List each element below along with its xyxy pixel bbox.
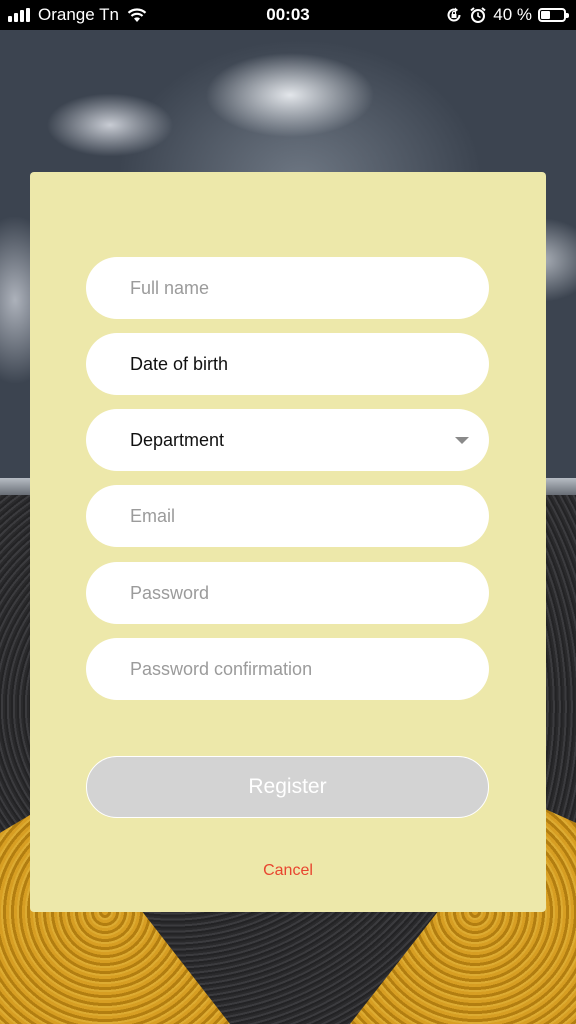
status-bar: Orange Tn 00:03 40 %: [0, 0, 576, 30]
battery-icon: [538, 8, 569, 22]
department-select[interactable]: Department: [86, 409, 489, 471]
cancel-link[interactable]: Cancel: [30, 862, 546, 880]
registration-card: Full name Date of birth Department Email…: [30, 172, 546, 912]
alarm-clock-icon: [470, 7, 486, 23]
full-name-placeholder: Full name: [130, 277, 210, 298]
date-of-birth-label: Date of birth: [130, 353, 229, 374]
email-input[interactable]: Email: [86, 485, 489, 547]
chevron-down-icon[interactable]: [455, 437, 469, 444]
register-label: Register: [248, 775, 327, 798]
register-button[interactable]: Register: [86, 756, 489, 818]
password-placeholder: Password: [130, 582, 210, 603]
full-name-input[interactable]: Full name: [86, 257, 489, 319]
cancel-label: Cancel: [263, 862, 313, 879]
battery-percent: 40 %: [493, 5, 532, 24]
status-bar-right: 40 %: [445, 5, 569, 25]
department-label: Department: [130, 429, 225, 450]
password-confirmation-input[interactable]: Password confirmation: [86, 638, 489, 700]
password-confirmation-placeholder: Password confirmation: [130, 658, 313, 679]
date-of-birth-field[interactable]: Date of birth: [86, 333, 489, 395]
password-input[interactable]: Password: [86, 562, 489, 624]
battery-fill: [541, 11, 550, 19]
orientation-lock-icon: [447, 7, 461, 22]
email-placeholder: Email: [130, 505, 176, 526]
